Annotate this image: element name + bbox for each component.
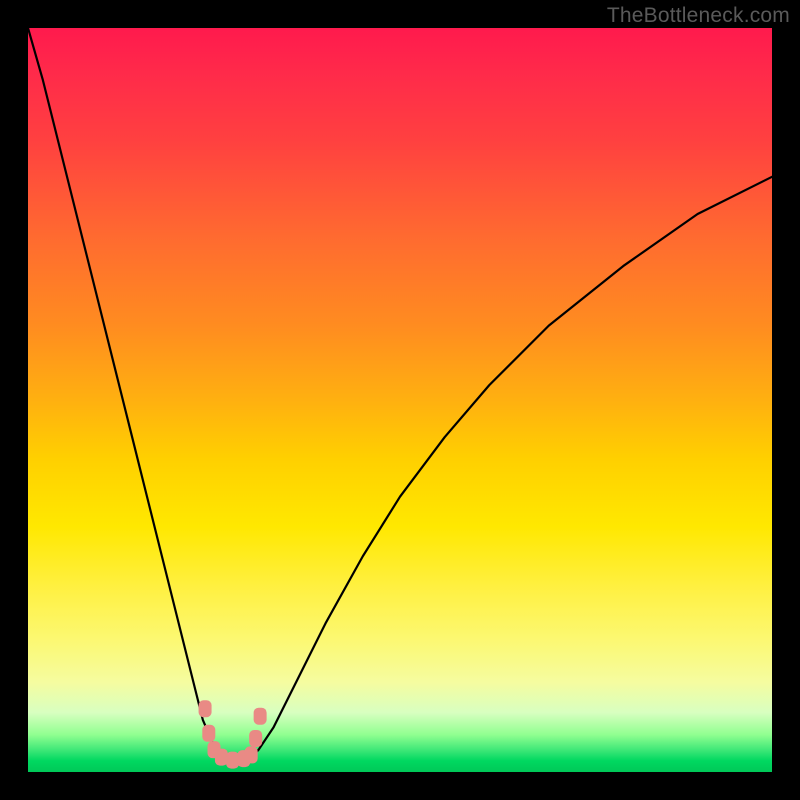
curve-marker-6 [245, 746, 258, 763]
curve-marker-1 [202, 725, 215, 742]
curve-marker-7 [249, 730, 262, 747]
plot-area [28, 28, 772, 772]
curve-layer [28, 28, 772, 772]
curve-marker-8 [254, 708, 267, 725]
watermark-text: TheBottleneck.com [607, 4, 790, 28]
bottleneck-curve [28, 28, 772, 761]
curve-marker-0 [199, 700, 212, 717]
curve-marker-3 [215, 749, 228, 766]
curve-marker-4 [226, 752, 239, 769]
chart-frame: TheBottleneck.com [0, 0, 800, 800]
